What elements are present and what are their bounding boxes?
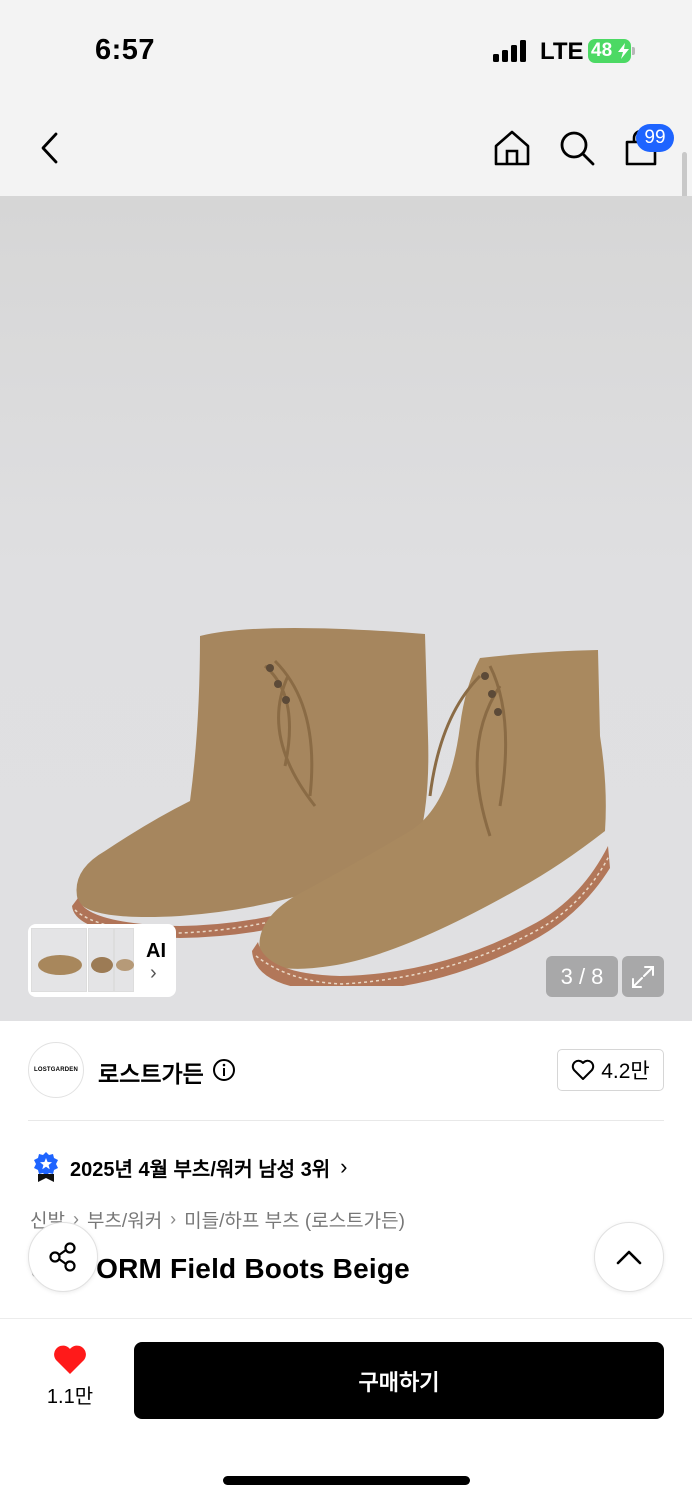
product-image[interactable]: AI › 3 / 8 — [0, 196, 692, 1021]
expand-icon — [632, 965, 654, 988]
wishlist-count: 1.1만 — [46, 1386, 94, 1408]
battery-icon: 48 — [588, 39, 635, 63]
cart-count-badge: 99 — [636, 124, 674, 152]
search-button[interactable] — [555, 100, 599, 196]
info-icon[interactable] — [212, 1058, 236, 1082]
ai-thumbnail-3 — [114, 928, 134, 992]
ai-thumbnail-2 — [88, 928, 114, 992]
scroll-to-top-button[interactable] — [594, 1222, 664, 1292]
buy-button[interactable]: 구매하기 — [134, 1342, 664, 1419]
nav-bar — [0, 100, 692, 196]
charging-bolt-icon — [618, 43, 629, 59]
brand-logo-text: LOSTGARDEN — [34, 1067, 78, 1073]
back-button[interactable] — [30, 100, 70, 196]
status-time: 6:57 — [95, 34, 156, 66]
home-button[interactable] — [490, 100, 534, 196]
divider — [28, 1120, 664, 1121]
chevron-right-icon: › — [150, 962, 157, 984]
breadcrumb: 신발 › 부츠/워커 › 미들/하프 부츠 (로스트가든) — [30, 1206, 405, 1233]
home-icon — [494, 130, 530, 166]
ranking-badge-icon — [34, 1152, 58, 1182]
status-bar: 6:57 LTE 48 — [0, 0, 692, 100]
chevron-right-icon: › — [340, 1154, 348, 1179]
wishlist-button[interactable]: 1.1만 — [34, 1344, 106, 1414]
ranking-link[interactable]: 2025년 4월 부츠/워커 남성 3위 › — [32, 1150, 347, 1184]
image-page-counter: 3 / 8 — [546, 956, 618, 997]
share-icon — [49, 1242, 76, 1272]
ai-thumbnail-1 — [31, 928, 87, 992]
ai-label: AI — [146, 940, 166, 962]
share-button[interactable] — [28, 1222, 98, 1292]
breadcrumb-item[interactable]: 미들/하프 부츠 (로스트가든) — [184, 1206, 405, 1233]
search-icon — [560, 131, 595, 166]
cellular-signal-icon — [493, 40, 529, 62]
ranking-text: 2025년 4월 부츠/워커 남성 3위 — [70, 1158, 331, 1181]
back-icon — [41, 132, 58, 164]
battery-percent: 48 — [591, 40, 613, 61]
ai-similar-items-card[interactable]: AI › — [28, 924, 176, 997]
chevron-up-icon — [616, 1250, 642, 1265]
brand-like-button[interactable]: 4.2만 — [557, 1049, 664, 1091]
chevron-right-icon: › — [170, 1209, 177, 1229]
home-indicator[interactable] — [223, 1476, 470, 1485]
brand-like-count: 4.2만 — [601, 1060, 650, 1083]
heart-filled-icon — [54, 1345, 86, 1374]
fullscreen-button[interactable] — [622, 956, 664, 997]
heart-outline-icon — [572, 1059, 595, 1080]
network-type: LTE — [540, 38, 584, 65]
brand-logo[interactable]: LOSTGARDEN — [28, 1042, 84, 1098]
brand-name[interactable]: 로스트가든 — [98, 1055, 204, 1089]
breadcrumb-item[interactable]: 부츠/워커 — [87, 1206, 162, 1233]
